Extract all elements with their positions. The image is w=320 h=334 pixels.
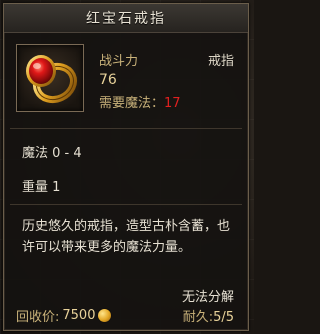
divider <box>10 204 242 205</box>
combat-power-value: 76 <box>99 72 117 88</box>
gold-coin-icon <box>98 309 112 322</box>
divider <box>10 128 242 129</box>
durability-label: 耐久: <box>182 310 214 325</box>
recycle-price: 回收价: 7500 <box>16 306 112 325</box>
item-icon-slot <box>16 44 84 112</box>
item-name: 红宝石戒指 <box>86 11 166 27</box>
stat-magic: 魔法 0 - 4 <box>22 146 82 161</box>
item-type: 戒指 <box>207 54 234 69</box>
decompose-status: 无法分解 <box>181 290 234 305</box>
item-description: 历史悠久的戒指，造型古朴含蓄，也许可以带来更多的魔法力量。 <box>22 219 231 255</box>
stat-weight: 重量 1 <box>22 180 61 195</box>
ruby-ring-icon <box>26 55 77 104</box>
price-label: 回收价: <box>16 310 60 325</box>
requirement-row: 需要魔法：17 <box>99 92 181 111</box>
durability-value: 5/5 <box>213 310 234 325</box>
requirement-value: 17 <box>164 96 181 111</box>
requirement-label: 需要魔法： <box>99 96 165 111</box>
price-value: 7500 <box>62 308 96 323</box>
item-tooltip: 红宝石戒指 战斗力 戒指 76 需要魔法：17 魔法 0 - 4 重量 1 历史… <box>3 3 249 331</box>
combat-power-label: 战斗力 <box>99 54 139 69</box>
tooltip-title-bar: 红宝石戒指 <box>4 4 248 33</box>
durability: 耐久:5/5 <box>183 306 234 325</box>
